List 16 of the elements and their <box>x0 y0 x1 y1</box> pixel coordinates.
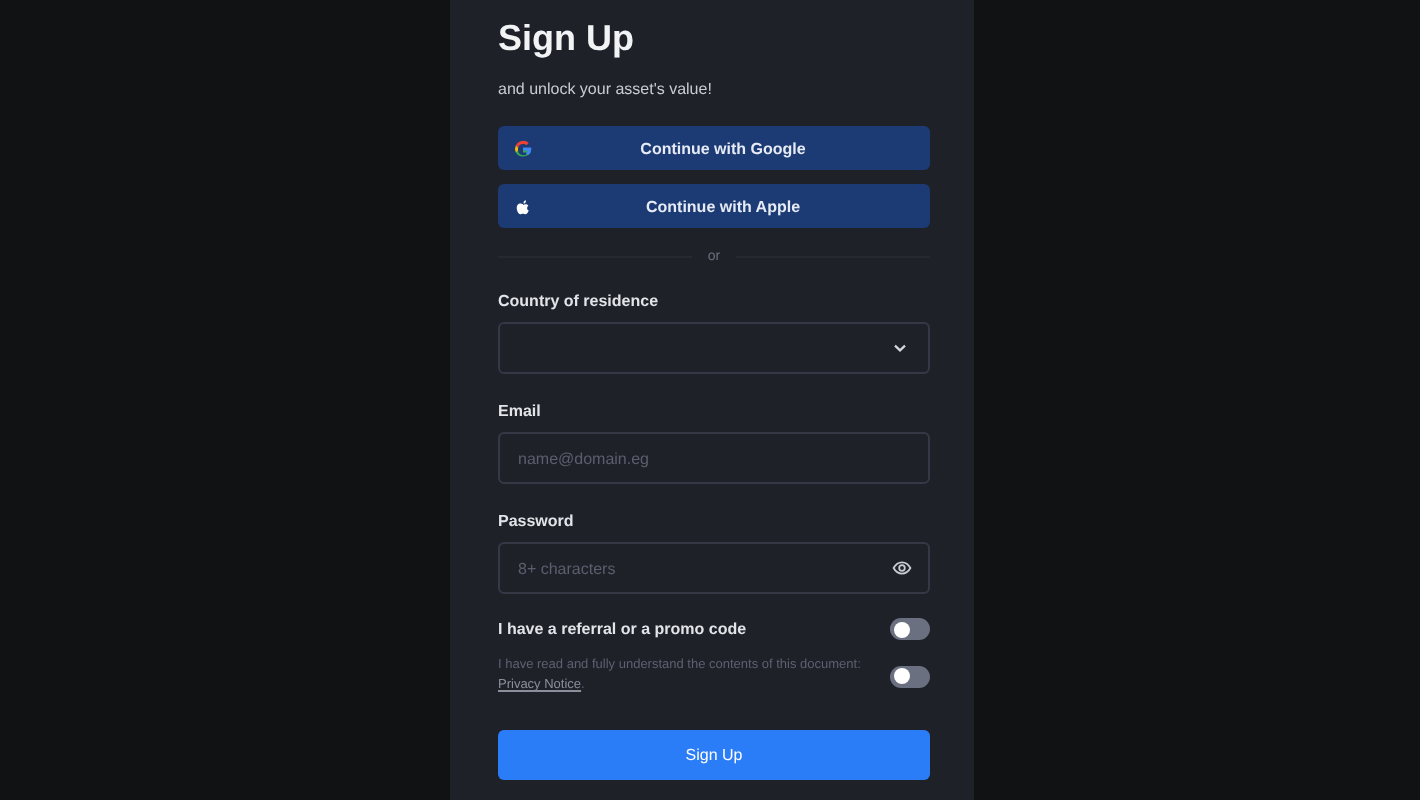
promo-code-label: I have a referral or a promo code <box>498 620 747 638</box>
apple-icon <box>514 197 532 215</box>
apple-signin-button[interactable]: Continue with Apple <box>498 184 930 228</box>
toggle-switch[interactable] <box>890 665 930 687</box>
eye-icon[interactable] <box>892 558 912 578</box>
field-label: Email <box>498 402 543 420</box>
field-label: Country of residence <box>498 292 661 310</box>
email-field[interactable]: name@domain.eg <box>498 432 930 484</box>
password-field[interactable]: 8+ characters <box>498 542 930 594</box>
subtitle: and unlock your asset's value! <box>498 80 714 98</box>
toggle-switch[interactable] <box>890 618 930 640</box>
google-icon <box>514 139 532 157</box>
field-label: Password <box>498 512 576 530</box>
sign-up-button[interactable]: Sign Up <box>498 730 930 780</box>
google-signin-button[interactable]: Continue with Google <box>498 126 930 170</box>
page-title: Sign Up <box>498 16 636 60</box>
